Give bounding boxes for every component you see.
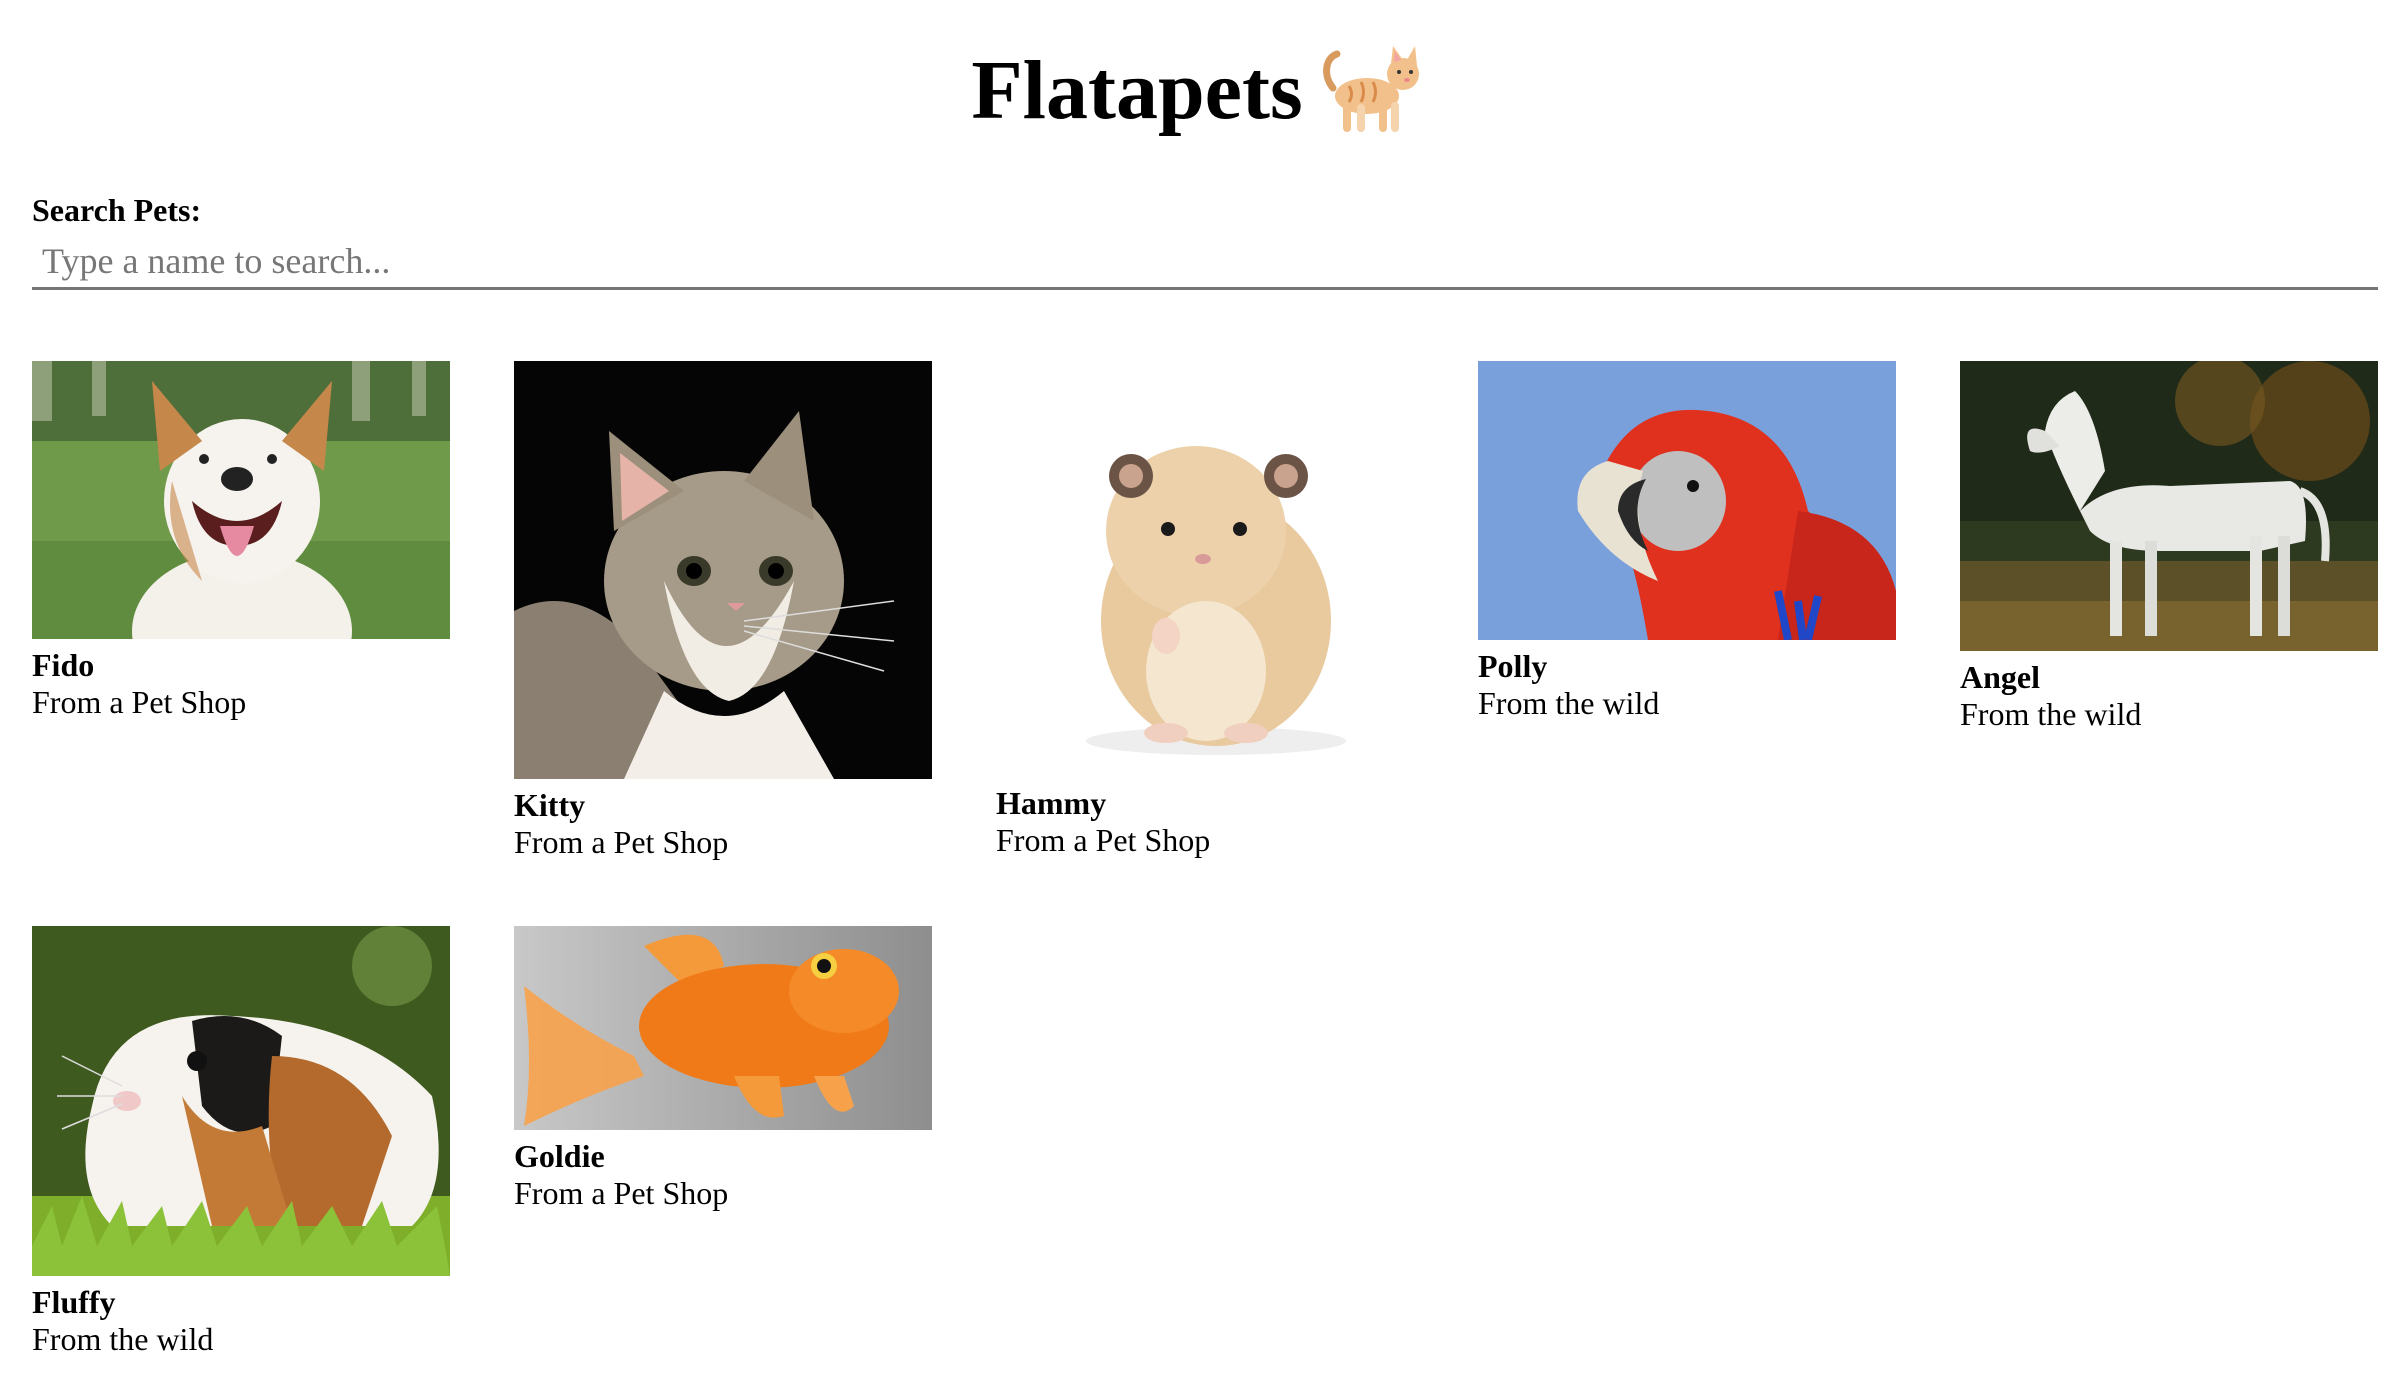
dog-photo: [32, 361, 450, 639]
pet-card-angel[interactable]: Angel From the wild: [1960, 361, 2378, 733]
page-title-text: Flatapets: [971, 44, 1303, 137]
goldfish-photo: [514, 926, 932, 1130]
guinea-pig-photo: [32, 926, 450, 1276]
pet-card-polly[interactable]: Polly From the wild: [1478, 361, 1896, 722]
header: Flatapets: [0, 36, 2400, 146]
search-input[interactable]: [32, 234, 2378, 290]
pet-name: Hammy: [996, 785, 1107, 821]
pet-origin: From a Pet Shop: [514, 823, 729, 860]
search-label: Search Pets:: [32, 192, 202, 228]
pet-card-fluffy[interactable]: Fluffy From the wild: [32, 926, 450, 1358]
cat-icon: [1319, 36, 1429, 146]
pet-origin: From the wild: [1960, 695, 2142, 732]
pet-card-hammy[interactable]: Hammy From a Pet Shop: [996, 361, 1414, 859]
pet-origin: From a Pet Shop: [32, 683, 247, 720]
pet-card-kitty[interactable]: Kitty From a Pet Shop: [514, 361, 932, 861]
pet-name: Polly: [1478, 648, 1548, 684]
pet-name: Angel: [1960, 659, 2040, 695]
cat-photo: [514, 361, 932, 779]
pet-origin: From the wild: [1478, 684, 1660, 721]
pet-name: Kitty: [514, 787, 586, 823]
pet-origin: From a Pet Shop: [514, 1174, 729, 1211]
flatapets-page: Flatapets Search Pets: Type a name to se…: [0, 0, 2400, 1378]
pet-name: Goldie: [514, 1138, 605, 1174]
hamster-photo: [996, 361, 1414, 777]
pet-name: Fluffy: [32, 1284, 116, 1320]
pet-name: Fido: [32, 647, 95, 683]
pet-origin: From a Pet Shop: [996, 821, 1211, 858]
parrot-photo: [1478, 361, 1896, 640]
pet-origin: From the wild: [32, 1320, 214, 1357]
page-title: Flatapets: [971, 36, 1428, 146]
horse-photo: [1960, 361, 2378, 651]
pet-card-fido[interactable]: Fido From a Pet Shop: [32, 361, 450, 721]
pet-card-goldie[interactable]: Goldie From a Pet Shop: [514, 926, 932, 1212]
